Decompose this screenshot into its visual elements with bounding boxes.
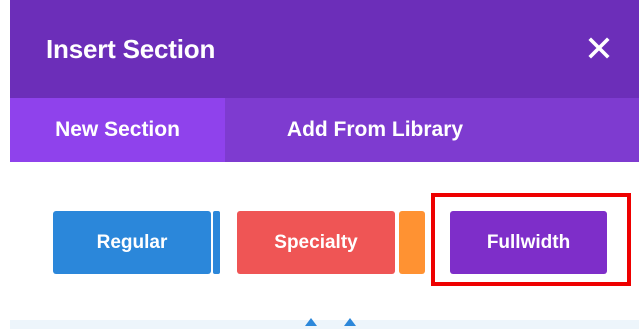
section-layout-preview	[10, 320, 639, 329]
specialty-section-preview-edge	[399, 211, 425, 274]
modal-header: Insert Section	[10, 0, 639, 98]
preview-marker-icon	[305, 318, 317, 326]
regular-section-preview-edge	[213, 211, 220, 274]
insert-section-modal: Insert Section New Section Add From Libr…	[0, 0, 639, 329]
modal-tabs: New Section Add From Library	[10, 98, 639, 162]
regular-section-button[interactable]: Regular	[53, 211, 211, 274]
specialty-section-button[interactable]: Specialty	[237, 211, 395, 274]
close-icon-glyph	[588, 37, 610, 59]
preview-marker-icon	[344, 318, 356, 326]
tab-add-from-library[interactable]: Add From Library	[225, 98, 525, 162]
tab-new-section[interactable]: New Section	[10, 98, 225, 162]
close-icon[interactable]	[581, 30, 617, 66]
modal-title: Insert Section	[46, 33, 216, 64]
fullwidth-section-button[interactable]: Fullwidth	[450, 211, 607, 274]
